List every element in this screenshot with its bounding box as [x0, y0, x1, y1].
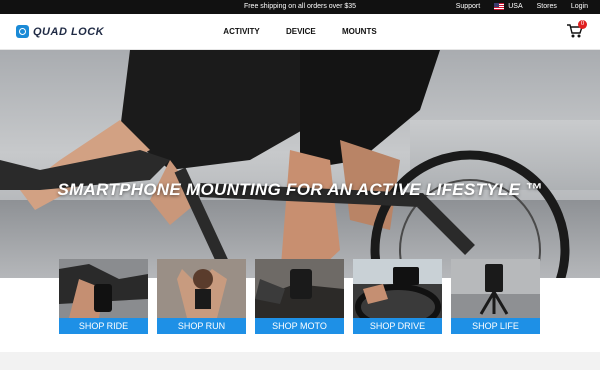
utility-links: Support USA Stores Login	[456, 3, 588, 10]
shop-run-label: SHOP RUN	[157, 318, 246, 334]
shop-drive-label: SHOP DRIVE	[353, 318, 442, 334]
shop-category-tiles: SHOP RIDE SHOP RUN SHOP MOTO SHOP DRIVE …	[59, 259, 540, 334]
site-header: QUAD LOCK ACTIVITY DEVICE MOUNTS 0	[0, 14, 600, 50]
support-link[interactable]: Support	[456, 3, 481, 10]
shop-moto-image	[255, 259, 344, 318]
next-section-edge	[0, 352, 600, 370]
cart-count-badge: 0	[578, 20, 587, 29]
shop-moto-label: SHOP MOTO	[255, 318, 344, 334]
tile-shop-ride[interactable]: SHOP RIDE	[59, 259, 148, 334]
flag-usa-icon	[494, 3, 505, 10]
hero-banner: SMARTPHONE MOUNTING FOR AN ACTIVE LIFEST…	[0, 50, 600, 278]
tile-shop-life[interactable]: SHOP LIFE	[451, 259, 540, 334]
nav-device[interactable]: DEVICE	[286, 27, 316, 36]
shop-ride-label: SHOP RIDE	[59, 318, 148, 334]
cart-button[interactable]: 0	[566, 20, 587, 39]
shop-run-image	[157, 259, 246, 318]
shop-ride-image	[59, 259, 148, 318]
announcement-bar: Free shipping on all orders over $35 Sup…	[0, 0, 600, 14]
tile-shop-moto[interactable]: SHOP MOTO	[255, 259, 344, 334]
tile-shop-run[interactable]: SHOP RUN	[157, 259, 246, 334]
country-selector[interactable]: USA	[494, 3, 523, 10]
main-nav: ACTIVITY DEVICE MOUNTS	[0, 27, 600, 36]
hero-cyclist-image	[0, 50, 570, 278]
tile-shop-drive[interactable]: SHOP DRIVE	[353, 259, 442, 334]
login-link[interactable]: Login	[571, 3, 588, 10]
shop-life-label: SHOP LIFE	[451, 318, 540, 334]
shop-drive-image	[353, 259, 442, 318]
hero-headline: SMARTPHONE MOUNTING FOR AN ACTIVE LIFEST…	[57, 180, 543, 199]
stores-link[interactable]: Stores	[537, 3, 557, 10]
nav-mounts[interactable]: MOUNTS	[342, 27, 377, 36]
shop-life-image	[451, 259, 540, 318]
country-label: USA	[508, 3, 523, 10]
nav-activity[interactable]: ACTIVITY	[223, 27, 259, 36]
